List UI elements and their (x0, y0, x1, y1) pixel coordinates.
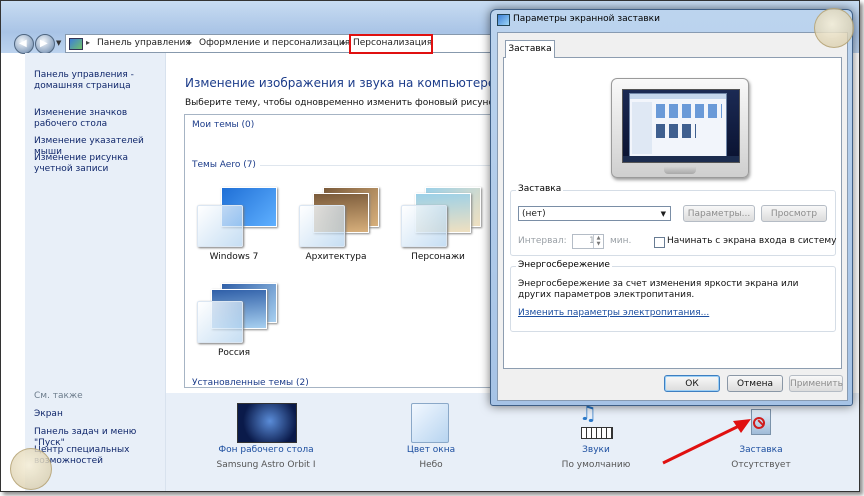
preview-window (629, 93, 727, 157)
page-title: Изменение изображения и звука на компьют… (185, 76, 496, 90)
bottom-value: Samsung Astro Orbit I (216, 460, 316, 470)
bottom-label: Цвет окна (406, 445, 456, 455)
theme-item[interactable]: Архитектура (287, 181, 385, 265)
link-account-picture[interactable]: Изменение рисунка учетной записи (34, 153, 164, 175)
theme-item[interactable]: Windows 7 (185, 181, 283, 265)
screensaver-dialog: Параметры экранной заставки Заставка Зас… (490, 9, 853, 406)
theme-name: Россия (217, 348, 251, 358)
forward-arrow-icon: ▶ (40, 38, 48, 49)
spin-buttons-icon[interactable]: ▲ ▼ (593, 235, 603, 248)
bottom-label: Звуки (582, 445, 610, 455)
control-panel-icon (69, 38, 83, 50)
theme-thumbnail (193, 187, 277, 249)
watermark-badge-icon (10, 448, 52, 490)
power-settings-link[interactable]: Изменить параметры электропитания... (518, 308, 709, 318)
theme-item[interactable]: Россия (185, 277, 283, 361)
group-title: Заставка (516, 184, 564, 194)
tab-panel: Заставка (нет) ▼ Параметры... Просмотр И… (503, 57, 842, 369)
window-color-preview (197, 205, 243, 247)
preview-screen (622, 89, 740, 163)
theme-thumbnail (397, 187, 481, 249)
link-display[interactable]: Экран (34, 409, 164, 420)
bottom-value: По умолчанию (561, 460, 631, 470)
bottom-value: Небо (419, 460, 443, 470)
forward-button[interactable]: ▶ (35, 34, 55, 54)
link-desktop-icons[interactable]: Изменение значков рабочего стола (34, 108, 164, 130)
window-color-preview (197, 301, 243, 343)
dialog-title: Параметры экранной заставки (513, 14, 660, 24)
params-button[interactable]: Параметры... (683, 205, 755, 222)
theme-name: Персонажи (411, 252, 465, 262)
back-arrow-icon: ◀ (19, 38, 27, 49)
screensaver-group: Заставка (нет) ▼ Параметры... Просмотр И… (510, 184, 836, 256)
address-box[interactable]: ▸ Панель управления ▸ Оформление и персо… (65, 34, 497, 54)
monitor-stand (664, 166, 696, 174)
breadcrumb-control-panel[interactable]: Панель управления (97, 38, 191, 48)
select-value: (нет) (522, 209, 546, 219)
logon-checkbox[interactable] (654, 237, 665, 248)
preview-button[interactable]: Просмотр (761, 205, 827, 222)
theme-thumbnail (193, 283, 277, 345)
apply-button[interactable]: Применить (789, 375, 843, 392)
ok-button[interactable]: ОК (664, 375, 720, 392)
page-subtitle: Выберите тему, чтобы одновременно измени… (185, 98, 493, 108)
breadcrumb-separator-icon[interactable]: ▸ (342, 38, 346, 47)
group-my-themes: Мои темы (0) (192, 120, 255, 130)
preview-taskbar (623, 156, 739, 162)
breadcrumb-appearance[interactable]: Оформление и персонализация (199, 38, 350, 48)
display-settings-icon (497, 14, 510, 26)
theme-thumbnail (295, 187, 379, 249)
window-color-preview (299, 205, 345, 247)
chevron-down-icon: ▼ (660, 210, 666, 218)
theme-item[interactable]: Персонажи (389, 181, 487, 265)
themes-list[interactable]: Мои темы (0) Темы Aero (7) Windows 7 Арх… (184, 114, 494, 388)
group-divider (260, 165, 493, 166)
window-color-icon (411, 403, 449, 443)
power-description: Энергосбережение за счет изменения яркос… (518, 279, 799, 300)
breadcrumb-separator-icon[interactable]: ▸ (188, 38, 192, 47)
tab-screensaver[interactable]: Заставка (505, 40, 555, 58)
monitor-preview (611, 78, 749, 178)
history-dropdown-icon[interactable]: ▼ (56, 39, 61, 47)
screensaver-select[interactable]: (нет) ▼ (518, 206, 671, 221)
dialog-body: Заставка Заставка (нет) ▼ Параметры... П… (497, 32, 848, 401)
minutes-label: мин. (610, 236, 632, 246)
highlight-box (349, 34, 433, 54)
left-pane: Панель управления - домашняя страница Из… (25, 53, 166, 491)
interval-stepper[interactable]: 1 ▲ ▼ (572, 234, 604, 249)
theme-name: Windows 7 (209, 252, 259, 262)
group-title: Энергосбережение (516, 260, 612, 270)
sounds-icon: ♫ (575, 401, 615, 441)
logon-checkbox-label[interactable]: Начинать с экрана входа в систему (667, 236, 836, 246)
theme-name: Архитектура (305, 252, 367, 262)
link-accessibility[interactable]: Центр специальных возможностей (34, 445, 164, 467)
piano-keys-icon (581, 427, 613, 439)
desktop-background-icon (237, 403, 297, 443)
cancel-button[interactable]: Отмена (727, 375, 783, 392)
watermark-badge-icon (814, 8, 854, 48)
link-control-panel-home[interactable]: Панель управления - домашняя страница (34, 70, 164, 92)
annotation-arrow (662, 419, 751, 465)
see-also-heading: См. также (34, 391, 83, 401)
group-aero-themes: Темы Aero (7) (192, 160, 256, 170)
breadcrumb-separator-icon[interactable]: ▸ (86, 38, 90, 47)
window-color-preview (401, 205, 447, 247)
group-installed-themes: Установленные темы (2) (192, 378, 309, 388)
power-group: Энергосбережение Энергосбережение за сче… (510, 260, 836, 332)
back-button[interactable]: ◀ (14, 34, 34, 54)
bottom-label: Фон рабочего стола (218, 445, 314, 455)
interval-label: Интервал: (518, 236, 567, 246)
